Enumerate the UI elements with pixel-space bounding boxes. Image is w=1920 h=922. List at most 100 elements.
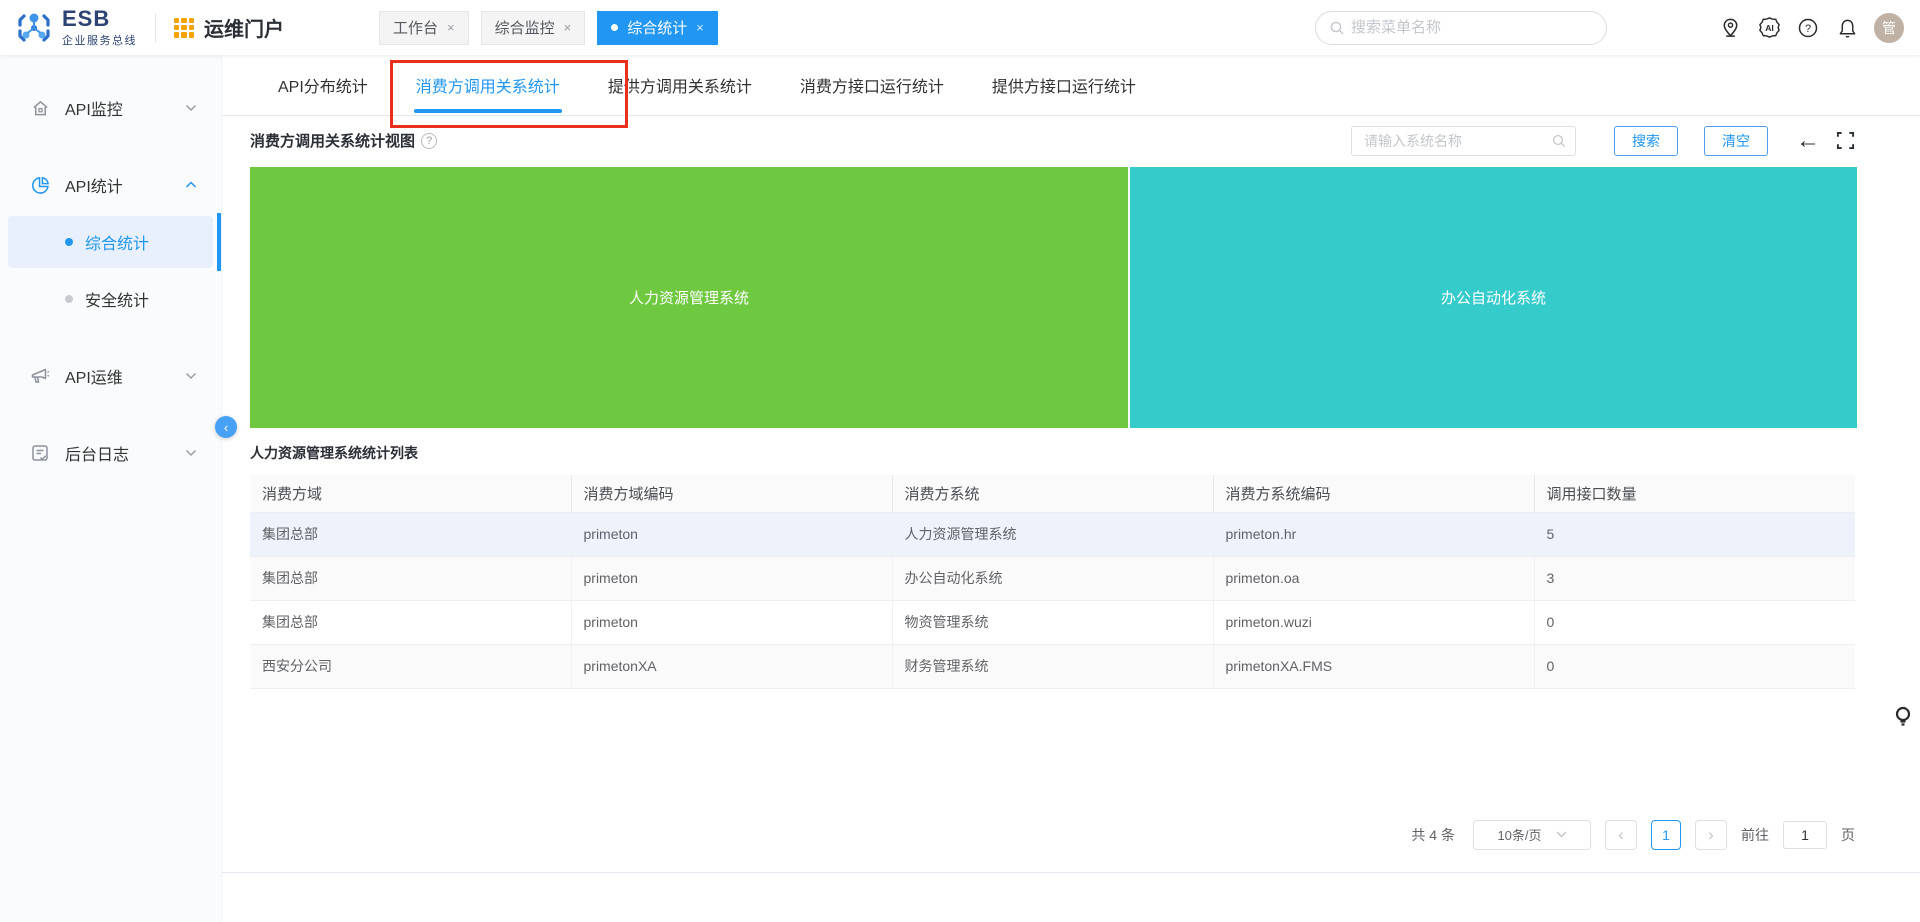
megaphone-icon: [30, 366, 50, 386]
sidebar-item-security-statistics[interactable]: 安全统计: [8, 273, 213, 325]
sidebar-collapse-toggle[interactable]: ‹: [215, 416, 237, 438]
sidebar-item-comprehensive-statistics[interactable]: 综合统计: [8, 216, 213, 268]
avatar-text: 管: [1882, 18, 1896, 38]
tab-consumer-call-relation[interactable]: 消费方调用关系统计: [396, 55, 580, 116]
nav-tab-monitor[interactable]: 综合监控 ×: [481, 11, 586, 45]
treemap-block-hr-system[interactable]: 人力资源管理系统: [250, 167, 1128, 428]
chevron-down-icon: [1556, 831, 1567, 838]
menu-search-input[interactable]: [1351, 19, 1593, 36]
home-icon: [30, 98, 50, 118]
close-icon[interactable]: ×: [696, 20, 704, 35]
view-toolbar: 消费方调用关系统计视图 ? 搜索 清空 ←: [222, 116, 1920, 165]
chevron-up-icon: [185, 181, 197, 189]
close-icon[interactable]: ×: [564, 20, 572, 35]
chevron-down-icon: [185, 372, 197, 380]
app-header: ESB 企业服务总线 运维门户 工作台 × 综合监控 × 综合统计 ×: [0, 0, 1920, 55]
help-icon[interactable]: ?: [1796, 16, 1820, 40]
menu-search-box[interactable]: [1315, 11, 1607, 45]
search-icon: [1551, 133, 1567, 149]
treemap-block-oa-system[interactable]: 办公自动化系统: [1130, 167, 1857, 428]
col-consumer-domain: 消费方域: [250, 475, 571, 512]
sidebar-item-api-statistics[interactable]: API统计: [0, 160, 221, 210]
sidebar: API监控 API统计 综合统计 安全统计 API运维: [0, 55, 222, 922]
sidebar-item-api-monitor[interactable]: API监控: [0, 83, 221, 133]
sidebar-item-label: 后台日志: [65, 441, 129, 465]
esb-logo-icon: [14, 8, 54, 48]
table-row[interactable]: 集团总部primeton 办公自动化系统primeton.oa 3: [250, 556, 1855, 600]
nav-tab-workbench[interactable]: 工作台 ×: [379, 11, 469, 45]
tab-provider-call-relation[interactable]: 提供方调用关系统计: [588, 55, 772, 116]
table-row[interactable]: 集团总部primeton 人力资源管理系统primeton.hr 5: [250, 512, 1855, 556]
tab-api-distribution[interactable]: API分布统计: [258, 55, 388, 116]
collapse-arrow-icon: ‹: [224, 420, 228, 435]
back-arrow-icon[interactable]: ←: [1796, 129, 1820, 153]
nav-tab-label: 工作台: [393, 17, 438, 38]
tab-consumer-api-runtime[interactable]: 消费方接口运行统计: [780, 55, 964, 116]
statistics-table: 消费方域 消费方域编码 消费方系统 消费方系统编码 调用接口数量 集团总部pri…: [250, 475, 1855, 689]
statistics-tab-bar: API分布统计 消费方调用关系统计 提供方调用关系统计 消费方接口运行统计 提供…: [222, 55, 1920, 116]
view-title: 消费方调用关系统计视图: [250, 130, 415, 151]
card-bottom-border: [222, 872, 1920, 873]
col-consumer-system-code: 消费方系统编码: [1213, 475, 1534, 512]
bullet-dot-icon: [65, 238, 73, 246]
main-content: API分布统计 消费方调用关系统计 提供方调用关系统计 消费方接口运行统计 提供…: [222, 55, 1920, 922]
fullscreen-icon[interactable]: [1836, 131, 1855, 150]
goto-label: 前往: [1741, 825, 1769, 845]
table-title: 人力资源管理系统统计列表: [250, 443, 1855, 463]
bell-icon[interactable]: [1835, 16, 1859, 40]
ai-icon[interactable]: AI: [1757, 16, 1781, 40]
sidebar-subitem-label: 安全统计: [85, 287, 149, 311]
sidebar-item-label: API监控: [65, 96, 123, 120]
help-tooltip-icon[interactable]: ?: [421, 133, 437, 149]
pagination-total: 共 4 条: [1411, 825, 1455, 845]
tab-provider-api-runtime[interactable]: 提供方接口运行统计: [972, 55, 1156, 116]
system-name-input[interactable]: [1351, 126, 1576, 156]
chevron-down-icon: [185, 104, 197, 112]
clear-button[interactable]: 清空: [1704, 126, 1768, 156]
treemap-label: 办公自动化系统: [1441, 287, 1546, 308]
prev-page-button[interactable]: ‹: [1605, 820, 1637, 850]
chevron-down-icon: [185, 449, 197, 457]
sidebar-item-label: API运维: [65, 364, 123, 388]
logo-subtitle: 企业服务总线: [62, 32, 137, 48]
col-api-count: 调用接口数量: [1534, 475, 1855, 512]
current-page-button[interactable]: 1: [1651, 820, 1681, 850]
sidebar-item-api-operations[interactable]: API运维: [0, 351, 221, 401]
sidebar-subitem-label: 综合统计: [85, 230, 149, 254]
sidebar-item-label: API统计: [65, 173, 123, 197]
page-size-value: 10条/页: [1497, 825, 1541, 844]
portal-name: 运维门户: [204, 13, 284, 42]
active-indicator-bar: [217, 213, 221, 271]
consumer-call-treemap: 人力资源管理系统 办公自动化系统: [250, 167, 1855, 428]
logo-title: ESB: [62, 8, 137, 30]
grid-icon: [174, 18, 194, 38]
sidebar-item-backend-logs[interactable]: 后台日志: [0, 428, 221, 478]
table-header-row: 消费方域 消费方域编码 消费方系统 消费方系统编码 调用接口数量: [250, 475, 1855, 512]
table-row[interactable]: 集团总部primeton 物资管理系统primeton.wuzi 0: [250, 600, 1855, 644]
table-row[interactable]: 西安分公司primetonXA 财务管理系统primetonXA.FMS 0: [250, 644, 1855, 688]
search-button[interactable]: 搜索: [1614, 126, 1678, 156]
page-size-select[interactable]: 10条/页: [1473, 820, 1591, 850]
treemap-label: 人力资源管理系统: [629, 287, 749, 308]
header-divider: [155, 13, 156, 43]
active-dot-icon: [611, 24, 618, 31]
close-icon[interactable]: ×: [447, 20, 455, 35]
user-avatar[interactable]: 管: [1874, 13, 1904, 43]
col-consumer-system: 消费方系统: [892, 475, 1213, 512]
svg-text:AI: AI: [1765, 23, 1774, 33]
log-document-icon: [30, 443, 50, 463]
portal-title: 运维门户: [174, 13, 284, 42]
lightbulb-icon[interactable]: [1894, 705, 1912, 729]
nav-tab-label: 综合监控: [495, 17, 555, 38]
statistics-table-zone: 人力资源管理系统统计列表 消费方域 消费方域编码 消费方系统 消费方系统编码 调…: [250, 443, 1855, 689]
nav-tab-statistics[interactable]: 综合统计 ×: [597, 11, 718, 45]
workspace-tabs: 工作台 × 综合监控 × 综合统计 ×: [379, 11, 718, 45]
esb-logo: ESB 企业服务总线: [0, 8, 137, 48]
col-consumer-domain-code: 消费方域编码: [571, 475, 892, 512]
goto-page-input[interactable]: [1783, 821, 1827, 849]
bullet-dot-icon: [65, 295, 73, 303]
pie-chart-icon: [30, 175, 50, 195]
page-unit-label: 页: [1841, 825, 1855, 845]
location-icon[interactable]: [1718, 16, 1742, 40]
next-page-button[interactable]: ›: [1695, 820, 1727, 850]
